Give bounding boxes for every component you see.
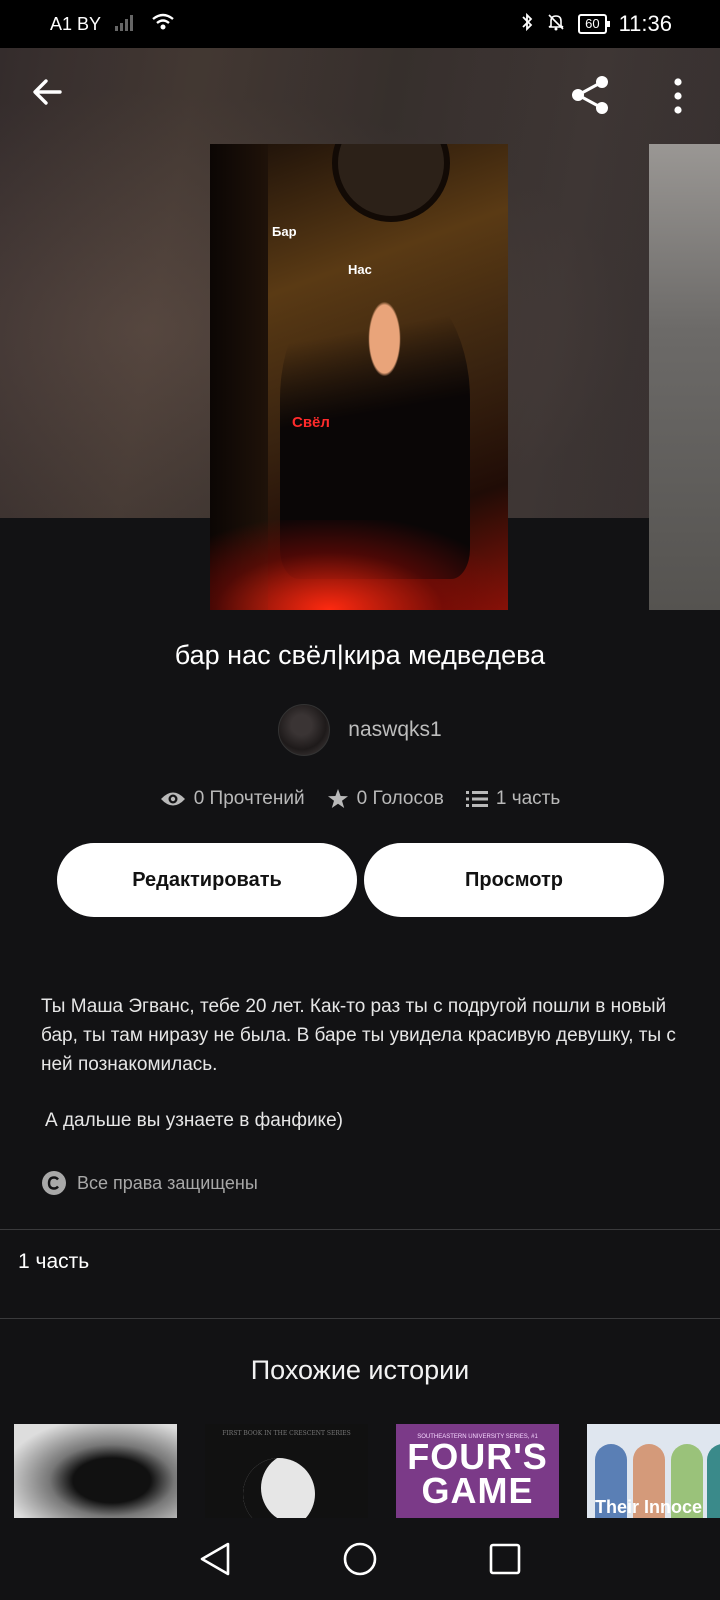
similar-book-cover[interactable]: SOUTHEASTERN UNIVERSITY SERIES, #1 FOUR'… <box>396 1424 559 1518</box>
similar-stories-title: Похожие истории <box>250 1355 470 1385</box>
status-time: 11:36 <box>618 11 672 36</box>
parts-count: 1 часть <box>495 788 561 809</box>
view-button[interactable]: Просмотр <box>364 843 664 917</box>
similar-book-caption: FIRST BOOK IN THE CRESCENT SERIES <box>222 1430 351 1437</box>
nav-recents-icon[interactable] <box>488 1542 522 1576</box>
parts-stat: 1 часть <box>465 788 561 810</box>
signal-icon <box>115 13 137 36</box>
cover-word-2: Нас <box>348 262 372 277</box>
star-icon <box>327 789 348 808</box>
similar-book-title: FOUR'S GAME <box>407 1436 548 1511</box>
cover-word-3: Свёл <box>292 414 330 431</box>
copyright-label: Все права защищены <box>77 1172 258 1193</box>
story-title: бар нас свёл|кира медведева <box>174 640 546 670</box>
author-name[interactable]: naswqks1 <box>348 718 441 742</box>
eye-icon <box>160 792 185 806</box>
story-cover[interactable]: Бар Нас Свёл <box>210 144 508 610</box>
votes-count: 0 Голосов <box>356 788 444 809</box>
nav-home-icon[interactable] <box>342 1541 378 1577</box>
story-stats: 0 Прочтений 0 Голосов 1 часть <box>0 788 720 810</box>
moon-image <box>243 1458 315 1518</box>
battery-indicator: 60 <box>578 14 611 34</box>
cover-glow <box>210 520 508 610</box>
bell-off-icon <box>546 12 566 37</box>
illustration-figure <box>707 1444 720 1518</box>
share-icon <box>572 76 608 114</box>
similar-book-cover[interactable] <box>14 1424 177 1518</box>
cover-word-1: Бар <box>272 224 297 239</box>
similar-book-cover[interactable]: FIRST BOOK IN THE CRESCENT SERIES <box>205 1424 368 1518</box>
carrier-label: A1 BY <box>50 13 102 34</box>
author-row[interactable]: naswqks1 <box>0 704 720 756</box>
avatar[interactable] <box>278 704 331 756</box>
system-nav-bar <box>0 1518 720 1600</box>
similar-book-cover[interactable]: Their Innoce <box>587 1424 720 1518</box>
reads-stat: 0 Прочтений <box>160 788 305 810</box>
divider <box>0 1318 720 1319</box>
divider <box>0 1229 720 1230</box>
votes-stat: 0 Голосов <box>327 788 444 810</box>
bluetooth-icon <box>520 12 534 37</box>
wifi-icon <box>151 13 175 36</box>
status-bar: A1 BY 60 11:36 <box>0 0 720 48</box>
more-options-button[interactable] <box>660 74 696 118</box>
similar-stories-row: FIRST BOOK IN THE CRESCENT SERIES SOUTHE… <box>14 1424 720 1518</box>
list-icon <box>465 791 488 807</box>
more-vertical-icon <box>674 78 682 114</box>
reads-count: 0 Прочтений <box>193 788 305 809</box>
copyright-row: Все права защищены <box>41 1170 258 1196</box>
next-cover-preview[interactable] <box>649 144 720 610</box>
part-list-item[interactable]: 1 часть <box>18 1250 89 1274</box>
cover-window <box>332 144 450 222</box>
share-button[interactable] <box>568 72 614 118</box>
story-description: Ты Маша Эгванс, тебе 20 лет. Как-то раз … <box>41 996 676 1075</box>
similar-book-title: Their Innoce <box>595 1497 703 1517</box>
arrow-left-icon <box>33 79 62 105</box>
copyright-icon <box>42 1171 66 1195</box>
nav-back-icon[interactable] <box>198 1541 232 1577</box>
edit-button[interactable]: Редактировать <box>57 843 357 917</box>
story-description-continuation: А дальше вы узнаете в фанфике) <box>45 1110 343 1131</box>
back-button[interactable] <box>28 72 68 112</box>
